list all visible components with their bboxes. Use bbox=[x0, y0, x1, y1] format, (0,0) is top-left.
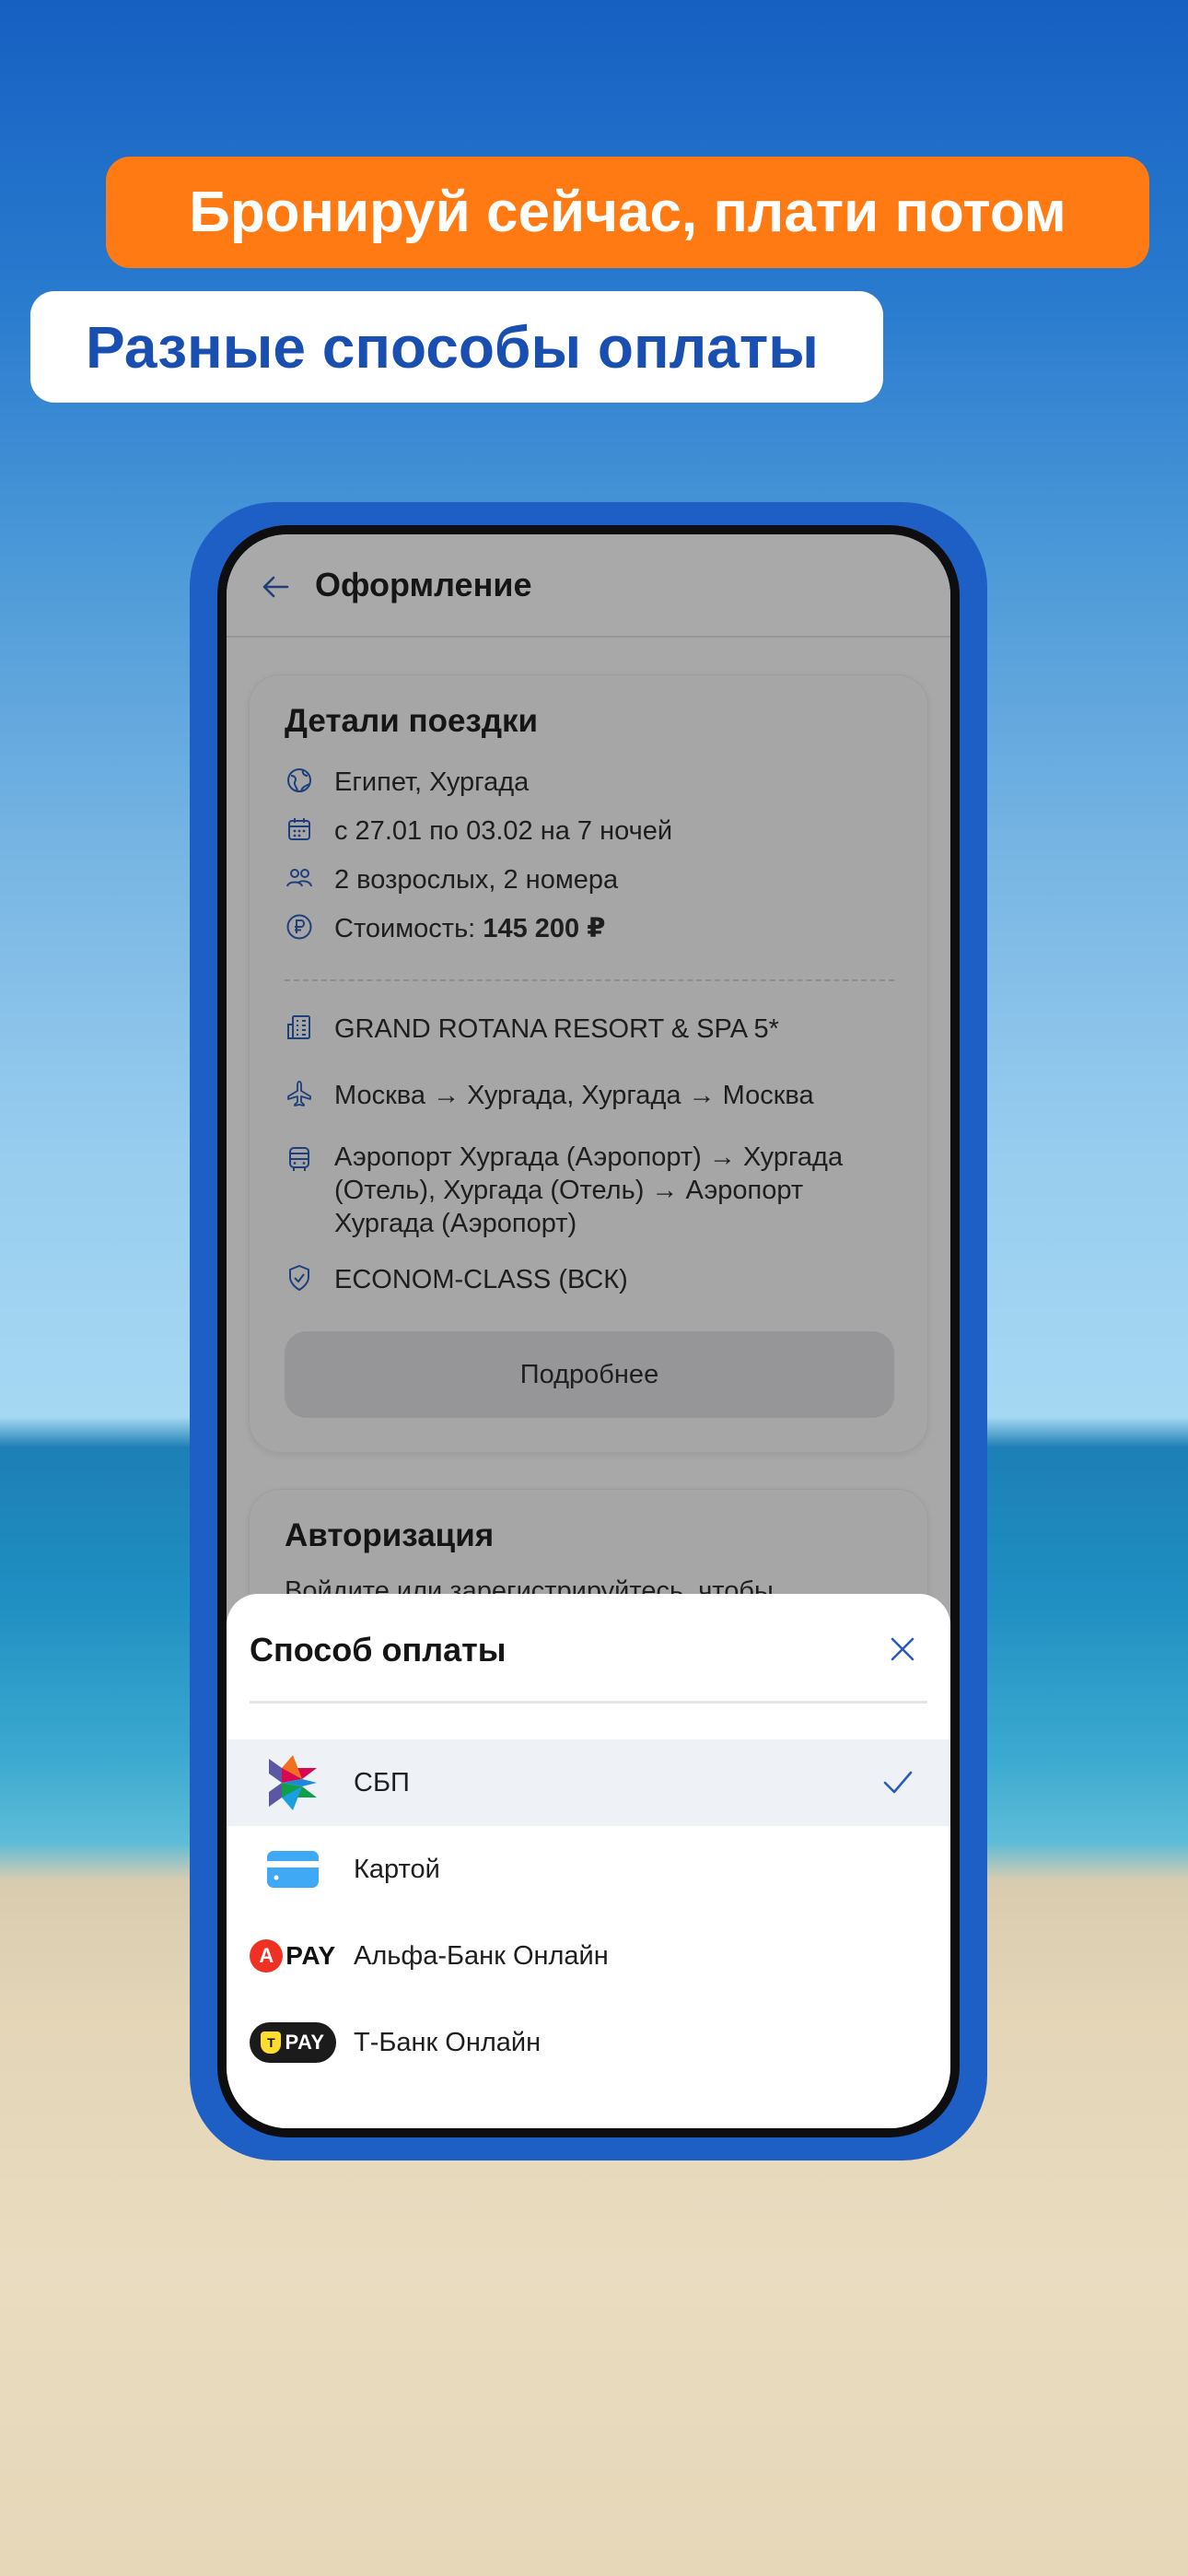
promo-headline: Бронируй сейчас, плати потом bbox=[189, 181, 1066, 244]
payment-option-alfa[interactable]: А PAY Альфа-Банк Онлайн bbox=[227, 1913, 950, 1999]
close-icon[interactable] bbox=[888, 1634, 917, 1664]
tbank-pay-icon: Т PAY bbox=[250, 2011, 336, 2074]
airplane-icon bbox=[287, 1081, 311, 1107]
trip-details-title: Детали поездки bbox=[285, 703, 539, 739]
page-title: Оформление bbox=[315, 566, 532, 603]
guests-icon bbox=[286, 869, 312, 887]
cost-label: Стоимость: bbox=[334, 914, 483, 943]
bus-icon bbox=[289, 1147, 309, 1171]
payment-option-tbank[interactable]: Т PAY Т-Банк Онлайн bbox=[227, 1999, 950, 2086]
alfa-pay-icon: А PAY bbox=[250, 1925, 336, 1987]
dates-text: с 27.01 по 03.02 на 7 ночей bbox=[334, 816, 673, 846]
transfer-text: Аэропорт Хургада (Аэропорт) → Хургада (О… bbox=[334, 1142, 844, 1238]
ruble-icon bbox=[286, 914, 312, 940]
shield-check-icon bbox=[289, 1265, 309, 1291]
payment-option-label: Картой bbox=[354, 1854, 440, 1884]
insurance-row: ECONOM-CLASS (ВСК) bbox=[285, 1263, 628, 1296]
payment-option-label: Альфа-Банк Онлайн bbox=[354, 1940, 609, 1971]
auth-title: Авторизация bbox=[285, 1517, 495, 1553]
transfer-row: Аэропорт Хургада (Аэропорт) → Хургада (О… bbox=[285, 1141, 874, 1240]
sbp-logo-icon bbox=[250, 1751, 336, 1814]
back-arrow-icon[interactable] bbox=[260, 571, 291, 603]
flight-row: Москва → Хургада, Хургада → Москва bbox=[285, 1079, 814, 1112]
calendar-icon bbox=[288, 818, 310, 840]
payment-option-card[interactable]: Картой bbox=[227, 1826, 950, 1913]
hotel-text: GRAND ROTANA RESORT & SPA 5* bbox=[334, 1014, 779, 1044]
app-header: Оформление bbox=[227, 534, 950, 638]
phone-screen: Оформление Детали поездки Египет, Хургад… bbox=[227, 534, 950, 2128]
more-details-button[interactable]: Подробнее bbox=[285, 1331, 894, 1418]
promo-subheadline: Разные способы оплаты bbox=[86, 313, 819, 381]
guests-text: 2 возрослых, 2 номера bbox=[334, 865, 619, 895]
globe-icon bbox=[287, 768, 311, 792]
destination-row: Египет, Хургада bbox=[285, 766, 529, 799]
payment-option-sbp[interactable]: СБП bbox=[227, 1739, 950, 1826]
payment-method-sheet: Способ оплаты СБП Картой А PAY Альфа-Бан… bbox=[227, 1594, 950, 2128]
payment-sheet-title: Способ оплаты bbox=[250, 1631, 507, 1669]
insurance-text: ECONOM-CLASS (ВСК) bbox=[334, 1265, 628, 1294]
sheet-divider bbox=[250, 1701, 927, 1704]
dates-row: с 27.01 по 03.02 на 7 ночей bbox=[285, 814, 672, 848]
promo-subheadline-banner: Разные способы оплаты bbox=[30, 291, 883, 403]
cost-value: 145 200 ₽ bbox=[483, 914, 606, 943]
payment-option-label: Т-Банк Онлайн bbox=[354, 2027, 542, 2057]
payment-option-label: СБП bbox=[354, 1767, 410, 1797]
flight-text: Москва → Хургада, Хургада → Москва bbox=[334, 1081, 814, 1110]
trip-details-card: Детали поездки Египет, Хургада с 27.01 п… bbox=[249, 674, 928, 1453]
details-divider bbox=[285, 979, 894, 981]
destination-text: Египет, Хургада bbox=[334, 767, 530, 797]
hotel-row: GRAND ROTANA RESORT & SPA 5* bbox=[285, 1013, 779, 1046]
hotel-building-icon bbox=[287, 1015, 310, 1039]
card-icon bbox=[250, 1838, 336, 1901]
guests-row: 2 возрослых, 2 номера bbox=[285, 863, 618, 896]
cost-row: Стоимость: 145 200 ₽ bbox=[285, 912, 605, 945]
promo-headline-banner: Бронируй сейчас, плати потом bbox=[106, 157, 1149, 268]
checkmark-icon bbox=[883, 1771, 913, 1794]
